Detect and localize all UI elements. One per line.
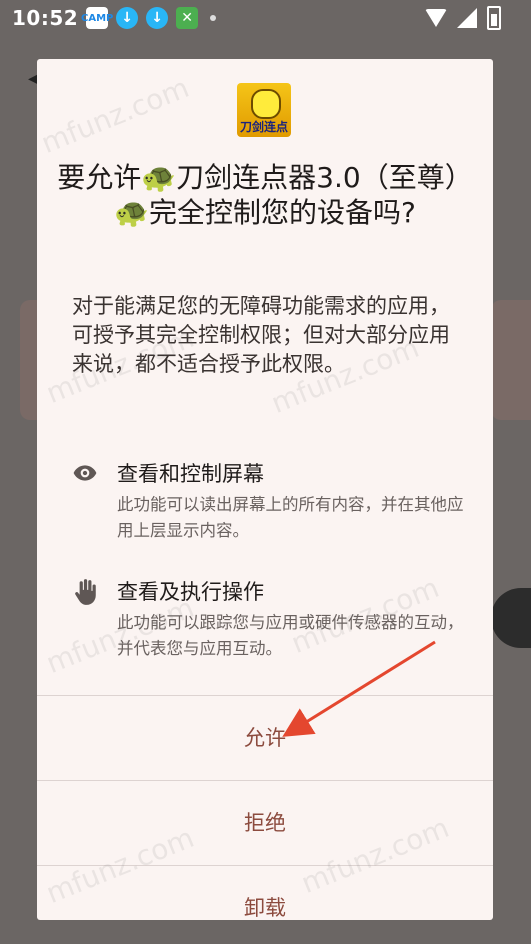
accessibility-permission-dialog: 刀剑连点 要允许🐢刀剑连点器3.0（至尊）🐢完全控制您的设备吗? 对于能满足您的… [37, 59, 493, 920]
background-card-right [491, 300, 531, 420]
download-icon-2: ↓ [146, 7, 169, 29]
signal-icon [457, 8, 477, 28]
download-icon: ↓ [116, 7, 139, 29]
app-notification-icon: CAMP [81, 7, 113, 29]
more-notifications-icon [210, 15, 217, 21]
status-bar: 10:52 CAMP ↓ ↓ ✕ [0, 0, 531, 36]
status-time: 10:52 [12, 6, 79, 30]
battery-icon [487, 6, 501, 30]
wifi-icon [425, 9, 447, 27]
annotation-arrow [282, 640, 436, 737]
game-notification-icon: ✕ [176, 7, 199, 29]
background-floating-button [491, 588, 531, 648]
